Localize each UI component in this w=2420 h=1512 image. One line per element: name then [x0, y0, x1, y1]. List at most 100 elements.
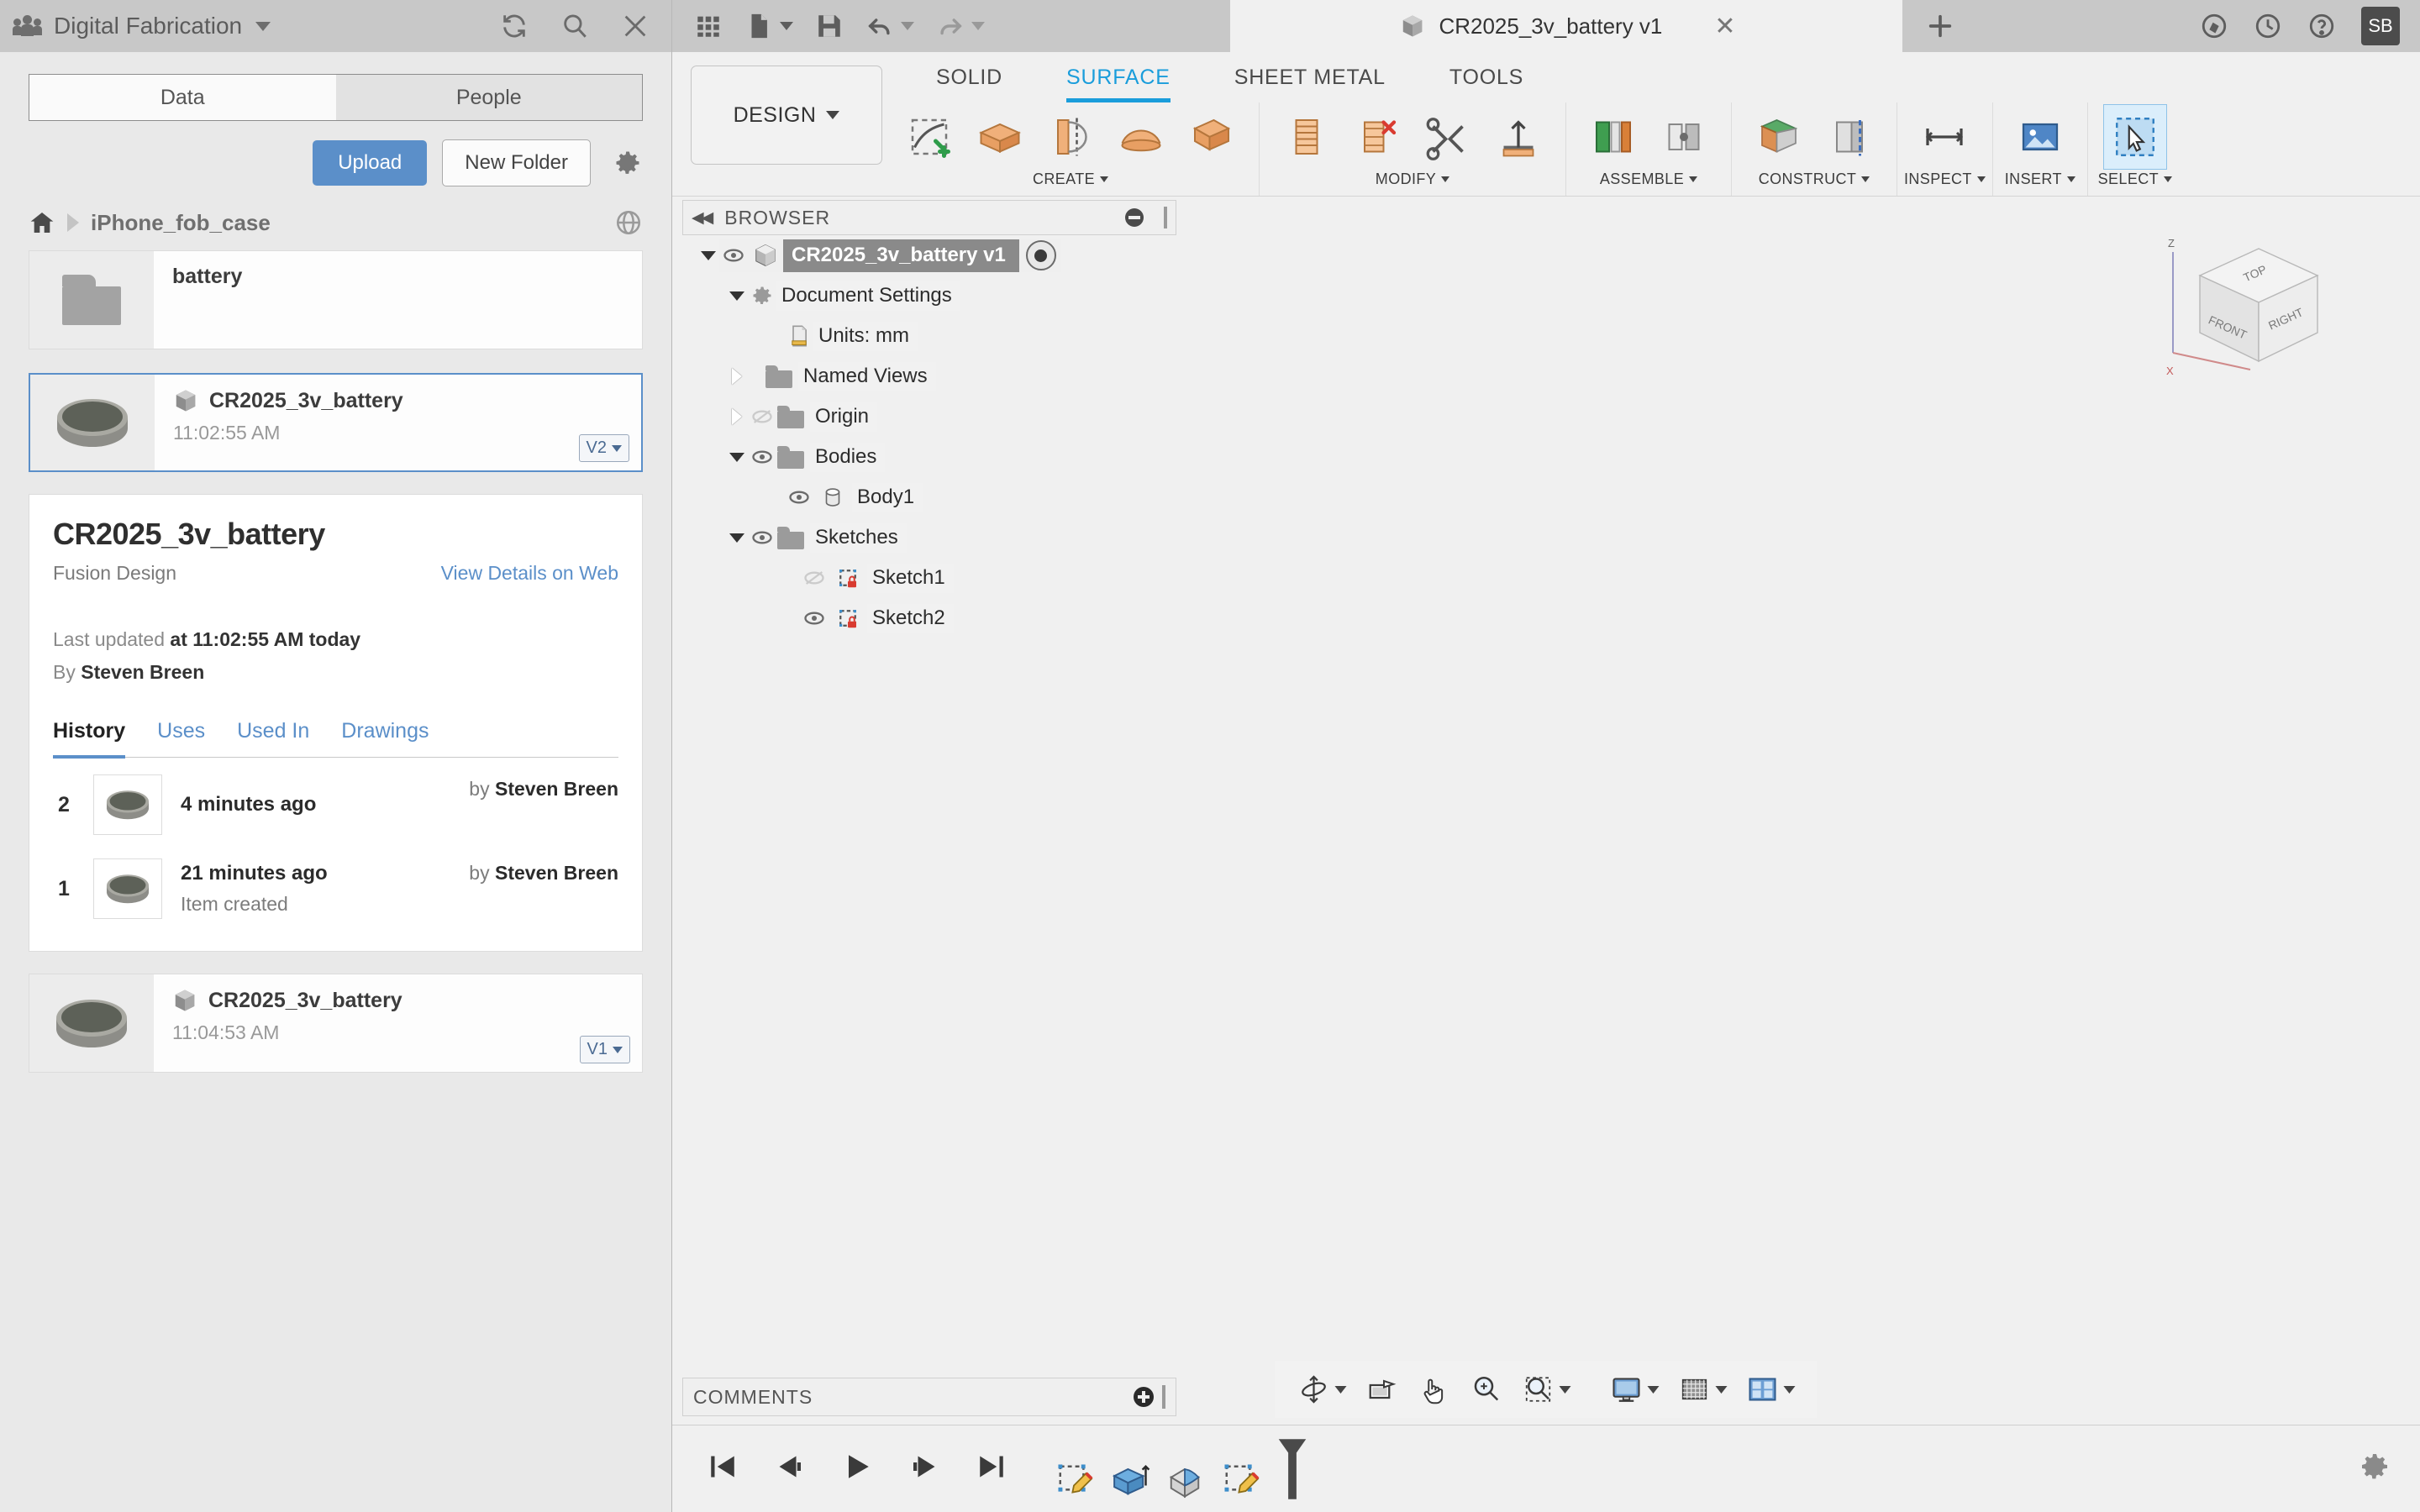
globe-icon[interactable]: [614, 208, 643, 237]
tab-sheet-metal[interactable]: SHEET METAL: [1234, 66, 1386, 102]
pan-icon[interactable]: [1411, 1369, 1458, 1410]
tab-history[interactable]: History: [53, 719, 126, 759]
history-row[interactable]: 1 21 minutes ago Item created by Steven …: [53, 842, 618, 926]
tab-used-in[interactable]: Used In: [237, 719, 309, 757]
list-item-selected[interactable]: CR2025_3v_battery 11:02:55 AM V2: [29, 373, 643, 472]
tab-data[interactable]: Data: [29, 74, 336, 121]
tree-node-bodies[interactable]: Bodies: [682, 437, 1176, 477]
visibility-eye-icon[interactable]: [748, 443, 776, 471]
view-details-on-web-link[interactable]: View Details on Web: [441, 562, 618, 585]
history-row[interactable]: 2 4 minutes ago by Steven Breen: [53, 758, 618, 842]
measure-icon[interactable]: [1912, 104, 1976, 170]
tree-node-origin[interactable]: Origin: [682, 396, 1176, 437]
plane-icon[interactable]: [1747, 104, 1811, 170]
stitch-icon[interactable]: [1416, 104, 1480, 170]
plus-circle-icon[interactable]: [1134, 1387, 1154, 1407]
look-at-icon[interactable]: [1359, 1369, 1406, 1410]
sketch-feature-icon[interactable]: [1218, 1458, 1262, 1502]
tree-node-body1[interactable]: Body1: [682, 477, 1176, 517]
new-file-icon[interactable]: [744, 12, 793, 40]
close-icon[interactable]: ✕: [1714, 12, 1735, 41]
plus-icon[interactable]: [1926, 12, 1954, 40]
orbit-icon[interactable]: [1291, 1369, 1354, 1410]
tree-node-units[interactable]: Units: mm: [682, 316, 1176, 356]
viewports-icon[interactable]: [1739, 1369, 1802, 1410]
extrude-feature-icon[interactable]: [1107, 1458, 1151, 1502]
visibility-hidden-eye-icon[interactable]: [800, 564, 829, 592]
step-forward-icon[interactable]: [908, 1450, 941, 1488]
ribbon-panel-label[interactable]: ASSEMBLE: [1573, 171, 1724, 196]
extend-icon[interactable]: [1345, 104, 1409, 170]
extrude-icon[interactable]: [968, 104, 1032, 170]
visibility-eye-icon[interactable]: [719, 241, 748, 270]
app-grid-icon[interactable]: [694, 12, 723, 40]
play-icon[interactable]: [840, 1450, 874, 1488]
insert-image-icon[interactable]: [2008, 104, 2072, 170]
close-icon[interactable]: [621, 12, 650, 40]
expand-arrow-icon[interactable]: [726, 452, 748, 462]
patch-icon[interactable]: [1180, 104, 1244, 170]
sketch-feature-icon[interactable]: [1052, 1458, 1096, 1502]
tree-node-named-views[interactable]: Named Views: [682, 356, 1176, 396]
tree-node-sketches[interactable]: Sketches: [682, 517, 1176, 558]
trim-icon[interactable]: [1275, 104, 1339, 170]
minimize-icon[interactable]: [1125, 208, 1144, 227]
expand-arrow-icon[interactable]: [726, 368, 748, 385]
save-icon[interactable]: [815, 12, 844, 40]
assemble-icon[interactable]: [1581, 104, 1645, 170]
undo-icon[interactable]: [865, 12, 914, 40]
tab-uses[interactable]: Uses: [157, 719, 205, 757]
tree-node-root[interactable]: CR2025_3v_battery v1: [682, 235, 1176, 276]
chevron-down-icon[interactable]: [255, 21, 271, 31]
gear-icon[interactable]: [613, 148, 643, 178]
expand-arrow-icon[interactable]: [697, 250, 719, 260]
version-dropdown[interactable]: V2: [578, 434, 629, 462]
go-to-beginning-icon[interactable]: [706, 1450, 739, 1488]
zoom-icon[interactable]: [1463, 1369, 1510, 1410]
settings-corner[interactable]: [2358, 1450, 2420, 1488]
go-to-end-icon[interactable]: [975, 1450, 1008, 1488]
comments-panel-header[interactable]: COMMENTS: [682, 1378, 1176, 1416]
tab-solid[interactable]: SOLID: [936, 66, 1002, 102]
expand-arrow-icon[interactable]: [726, 533, 748, 543]
visibility-eye-icon[interactable]: [748, 523, 776, 552]
home-icon[interactable]: [29, 209, 55, 236]
breadcrumb-item[interactable]: iPhone_fob_case: [91, 210, 271, 236]
document-tab[interactable]: CR2025_3v_battery v1 ✕: [1230, 0, 1902, 52]
upload-button[interactable]: Upload: [313, 140, 428, 186]
active-component-target-icon[interactable]: [1025, 240, 1056, 270]
expand-arrow-icon[interactable]: [726, 408, 748, 425]
refresh-icon[interactable]: [500, 12, 529, 40]
tab-drawings[interactable]: Drawings: [341, 719, 429, 757]
tab-tools[interactable]: TOOLS: [1449, 66, 1523, 102]
ribbon-panel-label[interactable]: INSPECT: [1904, 171, 1986, 196]
list-item[interactable]: battery: [29, 250, 643, 349]
ribbon-panel-label[interactable]: INSERT: [2000, 171, 2081, 196]
unstitch-icon[interactable]: [1486, 104, 1550, 170]
avatar[interactable]: SB: [2361, 7, 2400, 45]
grid-snap-icon[interactable]: [1671, 1369, 1734, 1410]
recent-icon[interactable]: [2254, 12, 2282, 40]
extensions-icon[interactable]: [2200, 12, 2228, 40]
sketch-icon[interactable]: [897, 104, 961, 170]
new-folder-button[interactable]: New Folder: [442, 139, 591, 186]
expand-arrow-icon[interactable]: [726, 291, 748, 301]
ribbon-panel-label[interactable]: MODIFY: [1266, 171, 1559, 196]
loft-icon[interactable]: [1109, 104, 1173, 170]
tab-people[interactable]: People: [335, 74, 643, 121]
visibility-eye-icon[interactable]: [785, 483, 813, 512]
resize-grip[interactable]: [1162, 1385, 1165, 1409]
tab-surface[interactable]: SURFACE: [1066, 66, 1171, 102]
redo-icon[interactable]: [936, 12, 985, 40]
display-settings-icon[interactable]: [1603, 1369, 1666, 1410]
timeline-marker-icon[interactable]: [1270, 1436, 1314, 1502]
axis-icon[interactable]: [1818, 104, 1881, 170]
ribbon-panel-label[interactable]: CREATE: [889, 171, 1252, 196]
joint-icon[interactable]: [1652, 104, 1716, 170]
fillet-feature-icon[interactable]: [1163, 1458, 1207, 1502]
select-icon[interactable]: [2102, 103, 2167, 170]
tree-node-sketch2[interactable]: Sketch2: [682, 598, 1176, 638]
version-dropdown[interactable]: V1: [579, 1036, 630, 1063]
resize-grip[interactable]: [1164, 207, 1167, 228]
visibility-hidden-eye-icon[interactable]: [748, 402, 776, 431]
